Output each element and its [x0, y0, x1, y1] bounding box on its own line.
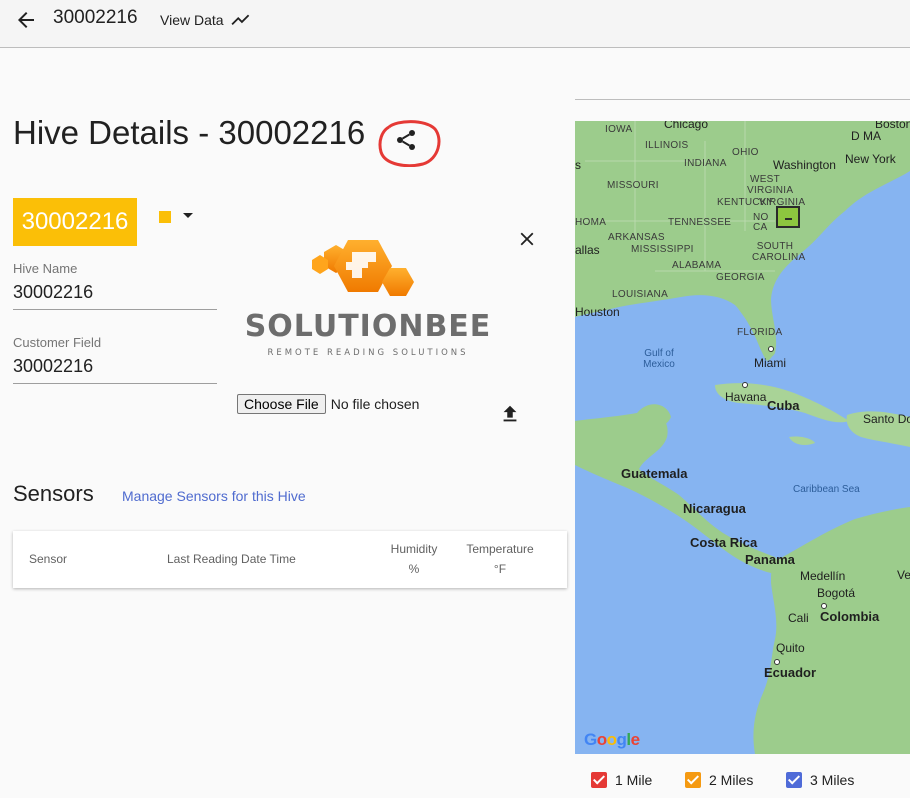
sensors-heading: Sensors	[13, 481, 94, 506]
map-country-label: Panama	[745, 552, 795, 567]
map-city-label: allas	[575, 243, 600, 257]
solutionbee-logo: SOLUTIONBEE REMOTE READING SOLUTIONS	[245, 240, 492, 358]
google-attribution-logo: Google	[584, 730, 640, 749]
view-data-button[interactable]: View Data	[160, 9, 252, 31]
page-title: Hive Details - 30002216	[13, 114, 366, 151]
map-city-label: Cali	[788, 611, 809, 625]
hive-name-label: Hive Name	[13, 261, 78, 276]
svg-text:SOLUTIONBEE: SOLUTIONBEE	[245, 309, 492, 344]
svg-text:REMOTE READING SOLUTIONS: REMOTE READING SOLUTIONS	[267, 348, 468, 358]
map-city-label: Santo Domingo	[863, 412, 910, 426]
checkbox-3-miles[interactable]	[786, 772, 802, 788]
map-state-label: IOWA	[605, 124, 633, 135]
map-city-label: Washington	[773, 158, 836, 172]
view-data-label: View Data	[160, 12, 224, 28]
map-state-label: MISSISSIPPI	[631, 244, 694, 255]
city-marker	[768, 346, 774, 352]
column-header-sensor[interactable]: Sensor	[29, 549, 67, 569]
map-city-label: Medellín	[800, 569, 846, 583]
checkbox-1-mile[interactable]	[591, 772, 607, 788]
file-status: No file chosen	[330, 396, 420, 412]
map-state-label: LOUISIANA	[612, 289, 669, 300]
map-sea-label: Gulf of Mexico	[643, 348, 675, 370]
map-state-label: INDIANA	[684, 158, 727, 169]
map-country-label: Costa Rica	[690, 535, 758, 550]
map-state-label: GEORGIA	[716, 272, 765, 283]
city-marker	[742, 382, 748, 388]
color-swatch[interactable]	[159, 211, 171, 223]
checkbox-2-miles[interactable]	[685, 772, 701, 788]
legend-label: 1 Mile	[615, 772, 653, 788]
map-city-label: Quito	[776, 641, 805, 655]
legend-item-2-miles[interactable]: 2 Miles	[685, 772, 753, 788]
map-city-label: Chicago	[664, 121, 709, 131]
map-city-label: New York	[845, 152, 896, 166]
map-state-label: TENNESSEE	[668, 217, 732, 228]
color-dropdown-caret-icon[interactable]	[183, 213, 193, 218]
map-state-label: ARKANSAS	[608, 232, 665, 243]
hive-name-value[interactable]: 30002216	[13, 282, 217, 309]
map-city-label: s	[575, 158, 581, 172]
column-header-humidity[interactable]: Humidity%	[387, 539, 441, 579]
map-country-label: Colombia	[820, 609, 880, 624]
customer-field-label: Customer Field	[13, 335, 102, 350]
map-state-label: WEST VIRGINIA	[747, 174, 794, 196]
map-country-label: Guatemala	[621, 466, 688, 481]
map-state-label: SOUTH CAROLINA	[752, 241, 806, 263]
map-state-label: ALABAMA	[672, 260, 722, 271]
map-city-label: D MA	[851, 129, 881, 143]
map-city-label: Bogotá	[817, 586, 856, 600]
back-arrow-icon[interactable]	[14, 8, 38, 32]
manage-sensors-link[interactable]: Manage Sensors for this Hive	[122, 488, 306, 504]
map-state-label: MISSOURI	[607, 180, 659, 191]
city-marker	[774, 659, 780, 665]
map-divider	[575, 99, 910, 100]
map-view[interactable]: IOWA ILLINOIS OHIO INDIANA MISSOURI WEST…	[575, 121, 910, 754]
map-city-label: Ve	[897, 568, 910, 582]
map-terrain	[575, 121, 910, 754]
map-country-label: Ecuador	[764, 665, 817, 680]
map-country-label: Cuba	[767, 398, 800, 413]
hive-location-marker[interactable]	[776, 206, 800, 228]
file-upload: Choose File No file chosen	[237, 394, 419, 414]
highlight-annotation	[378, 120, 441, 167]
map-sea-label: Caribbean Sea	[793, 484, 860, 495]
map-state-label: FLORIDA	[737, 327, 783, 338]
map-state-label: OHIO	[732, 147, 759, 158]
column-header-temperature[interactable]: Temperature °F	[463, 539, 537, 579]
customer-field-value[interactable]: 30002216	[13, 356, 217, 383]
city-marker	[821, 603, 827, 609]
sensors-table: Sensor Last Reading Date Time Humidity% …	[13, 531, 567, 588]
column-header-last-reading[interactable]: Last Reading Date Time	[167, 549, 296, 569]
legend-item-1-mile[interactable]: 1 Mile	[591, 772, 652, 788]
trending-line-icon	[231, 14, 249, 26]
legend-label: 3 Miles	[810, 772, 855, 788]
map-state-label: CA	[753, 222, 768, 233]
close-icon[interactable]	[516, 228, 538, 250]
legend-item-3-miles[interactable]: 3 Miles	[786, 772, 854, 788]
hive-name-field[interactable]: Hive Name 30002216	[13, 261, 217, 310]
choose-file-button[interactable]: Choose File	[237, 394, 326, 414]
hive-id-badge: 30002216	[13, 198, 137, 246]
customer-field[interactable]: Customer Field 30002216	[13, 335, 217, 384]
map-country-label: Nicaragua	[683, 501, 746, 516]
app-bar-title: 30002216	[53, 7, 138, 28]
legend-label: 2 Miles	[709, 772, 754, 788]
map-city-label: Houston	[575, 305, 620, 319]
top-app-bar: 30002216 View Data	[0, 0, 910, 48]
map-city-label: Havana	[725, 390, 767, 404]
upload-icon[interactable]	[499, 403, 521, 425]
map-state-label: HOMA	[575, 217, 607, 228]
map-state-label: ILLINOIS	[645, 140, 689, 151]
map-city-label: Miami	[754, 356, 786, 370]
